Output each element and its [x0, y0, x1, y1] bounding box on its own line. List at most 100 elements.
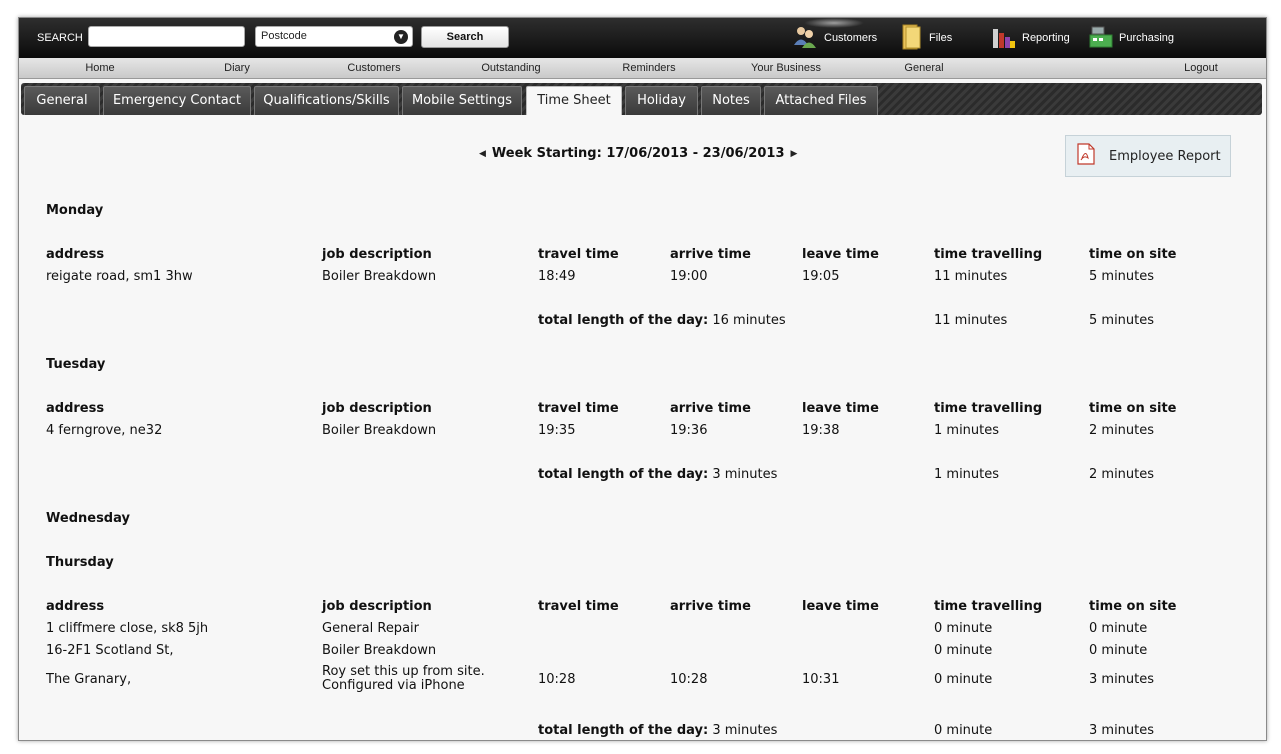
header-time-travelling: time travelling	[934, 401, 1043, 416]
header-time-travelling: time travelling	[934, 599, 1043, 614]
total-time-travelling: 0 minute	[934, 723, 993, 738]
search-type-select[interactable]: Postcode ▼	[255, 26, 413, 47]
cell-time-on-site: 3 minutes	[1089, 672, 1155, 687]
week-label: Week Starting: 17/06/2013 - 23/06/2013	[491, 146, 785, 161]
total-length-value: 3 minutes	[712, 723, 778, 738]
search-type-value: Postcode	[261, 30, 307, 42]
topnav-reporting-label: Reporting	[1022, 32, 1070, 44]
employee-report-button[interactable]: Employee Report	[1065, 135, 1231, 177]
header-address: address	[46, 599, 105, 614]
cell-job-description: Boiler Breakdown	[322, 423, 437, 438]
cell-time-on-site: 5 minutes	[1089, 269, 1155, 284]
total-label: total length of the day:	[538, 723, 709, 738]
tab-general[interactable]: General	[24, 86, 100, 115]
search-label: SEARCH	[37, 32, 83, 44]
cell-job-description: Boiler Breakdown	[322, 643, 437, 658]
topnav-customers-label: Customers	[824, 32, 878, 44]
tab-mobile-settings[interactable]: Mobile Settings	[402, 86, 522, 115]
tab-holiday[interactable]: Holiday	[625, 86, 698, 115]
total-time-travelling: 1 minutes	[934, 467, 1000, 482]
cell-travel-time: 19:35	[538, 423, 576, 438]
header-job-description: job description	[322, 401, 432, 416]
customers-icon	[792, 25, 818, 52]
main-menu: Home Diary Customers Outstanding Reminde…	[19, 58, 1266, 79]
total-time-on-site: 5 minutes	[1089, 313, 1155, 328]
cell-time-on-site: 2 minutes	[1089, 423, 1155, 438]
header-leave-time: leave time	[802, 599, 879, 614]
cell-arrive-time: 19:00	[670, 269, 708, 284]
bar-chart-icon	[992, 25, 1016, 52]
menu-outstanding[interactable]: Outstanding	[481, 62, 540, 74]
day-heading-tuesday: Tuesday	[46, 357, 106, 372]
cell-travel-time: 10:28	[538, 672, 576, 687]
total-length: total length of the day: 3 minutes	[538, 467, 777, 482]
header-travel-time: travel time	[538, 599, 619, 614]
header-arrive-time: arrive time	[670, 401, 751, 416]
tab-qualifications[interactable]: Qualifications/Skills	[254, 86, 399, 115]
total-length: total length of the day: 16 minutes	[538, 313, 786, 328]
cell-time-travelling: 11 minutes	[934, 269, 1008, 284]
menu-reminders[interactable]: Reminders	[622, 62, 675, 74]
topnav-files[interactable]: Files	[901, 24, 952, 52]
menu-general[interactable]: General	[904, 62, 943, 74]
menu-your-business[interactable]: Your Business	[751, 62, 821, 74]
topnav-reporting[interactable]: Reporting	[992, 24, 1070, 52]
tab-notes[interactable]: Notes	[701, 86, 761, 115]
menu-logout[interactable]: Logout	[1184, 62, 1218, 74]
cell-time-on-site: 0 minute	[1089, 643, 1148, 658]
cell-travel-time: 18:49	[538, 269, 576, 284]
total-length: total length of the day: 3 minutes	[538, 723, 777, 738]
topnav-purchasing-label: Purchasing	[1119, 32, 1175, 44]
tab-emergency-contact[interactable]: Emergency Contact	[103, 86, 251, 115]
total-length-value: 16 minutes	[712, 313, 786, 328]
menu-diary[interactable]: Diary	[224, 62, 250, 74]
next-week-icon[interactable]: ▶	[791, 149, 798, 159]
cell-time-travelling: 0 minute	[934, 643, 993, 658]
cash-register-icon	[1089, 25, 1113, 52]
job-description-line: Configured via iPhone	[322, 678, 465, 693]
header-address: address	[46, 401, 105, 416]
header-travel-time: travel time	[538, 401, 619, 416]
header-travel-time: travel time	[538, 247, 619, 262]
header-time-on-site: time on site	[1089, 401, 1177, 416]
cell-time-travelling: 1 minutes	[934, 423, 1000, 438]
job-description-line: Roy set this up from site.	[322, 664, 485, 679]
day-heading-monday: Monday	[46, 203, 104, 218]
search-input[interactable]	[88, 26, 245, 47]
cell-address: The Granary,	[46, 672, 132, 687]
header-time-travelling: time travelling	[934, 247, 1043, 262]
cell-time-travelling: 0 minute	[934, 672, 993, 687]
total-time-on-site: 2 minutes	[1089, 467, 1155, 482]
tab-attached-files[interactable]: Attached Files	[764, 86, 878, 115]
menu-customers[interactable]: Customers	[347, 62, 400, 74]
topnav-files-label: Files	[929, 32, 953, 44]
cell-address: 4 ferngrove, ne32	[46, 423, 163, 438]
header-time-on-site: time on site	[1089, 247, 1177, 262]
tab-time-sheet[interactable]: Time Sheet	[526, 86, 622, 115]
day-heading-wednesday: Wednesday	[46, 511, 130, 526]
previous-week-icon[interactable]: ◀	[479, 149, 486, 159]
total-label: total length of the day:	[538, 313, 709, 328]
time-sheet-panel: ◀ Week Starting: 17/06/2013 - 23/06/2013…	[19, 115, 1266, 740]
topnav-purchasing[interactable]: Purchasing	[1089, 24, 1174, 52]
header-arrive-time: arrive time	[670, 247, 751, 262]
total-label: total length of the day:	[538, 467, 709, 482]
folder-icon	[901, 24, 923, 53]
total-time-on-site: 3 minutes	[1089, 723, 1155, 738]
tab-strip: General Emergency Contact Qualifications…	[21, 83, 1262, 115]
header-job-description: job description	[322, 247, 432, 262]
cell-job-description: Boiler Breakdown	[322, 269, 437, 284]
header-address: address	[46, 247, 105, 262]
cell-address: reigate road, sm1 3hw	[46, 269, 193, 284]
cell-address: 1 cliffmere close, sk8 5jh	[46, 621, 209, 636]
pdf-icon	[1077, 143, 1095, 169]
search-button[interactable]: Search	[421, 26, 509, 48]
topnav-customers[interactable]: Customers	[792, 24, 877, 52]
header-time-on-site: time on site	[1089, 599, 1177, 614]
cell-time-on-site: 0 minute	[1089, 621, 1148, 636]
cell-address: 16-2F1 Scotland St,	[46, 643, 174, 658]
header-leave-time: leave time	[802, 401, 879, 416]
menu-home[interactable]: Home	[85, 62, 114, 74]
header-arrive-time: arrive time	[670, 599, 751, 614]
app-window: SEARCH Postcode ▼ Search Customers Files…	[18, 17, 1267, 741]
